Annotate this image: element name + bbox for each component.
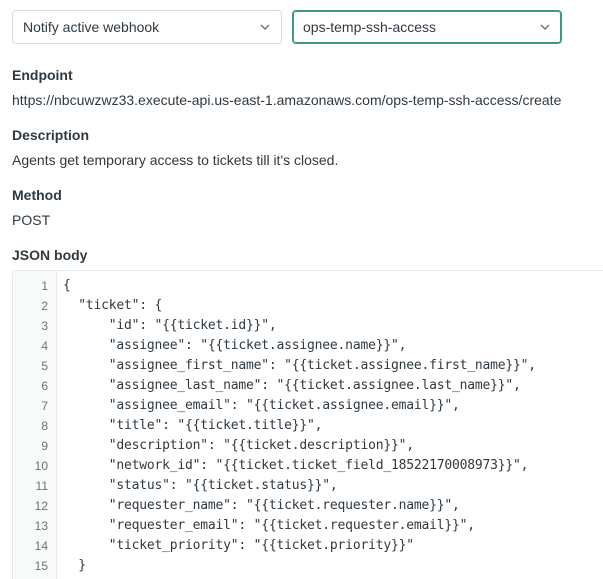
code-line: "status": "{{ticket.status}}", — [63, 478, 338, 493]
line-number: 15 — [34, 559, 48, 573]
webhook-target-select-value: ops-temp-ssh-access — [303, 19, 437, 35]
method-label: Method — [12, 187, 62, 203]
line-number: 13 — [34, 519, 48, 533]
line-number: 3 — [41, 319, 48, 333]
line-number: 1 — [41, 279, 48, 293]
chevron-down-icon — [259, 21, 271, 33]
code-line: "description": "{{ticket.description}}", — [63, 438, 414, 453]
line-number: 12 — [34, 499, 48, 513]
webhook-target-select[interactable]: ops-temp-ssh-access — [292, 10, 562, 44]
code-line: "assignee_last_name": "{{ticket.assignee… — [63, 378, 521, 393]
line-number: 10 — [34, 459, 48, 473]
code-line: } — [63, 558, 86, 573]
code-line: "assignee": "{{ticket.assignee.name}}", — [63, 338, 407, 353]
line-number: 5 — [41, 359, 48, 373]
method-value: POST — [12, 212, 51, 228]
line-number: 11 — [35, 479, 48, 493]
code-line: "assignee_email": "{{ticket.assignee.ema… — [63, 398, 460, 413]
line-number-gutter: 1 2 3 4 5 6 7 8 9 10 11 12 13 14 15 — [13, 271, 57, 579]
code-line: "id": "{{ticket.id}}", — [63, 318, 277, 333]
webhook-action-select[interactable]: Notify active webhook — [12, 10, 282, 44]
line-number: 14 — [34, 539, 48, 553]
webhook-action-select-value: Notify active webhook — [23, 19, 160, 35]
description-label: Description — [12, 127, 90, 143]
code-line: "title": "{{ticket.title}}", — [63, 418, 323, 433]
code-line: "requester_email": "{{ticket.requester.e… — [63, 518, 475, 533]
line-number: 2 — [41, 299, 48, 313]
endpoint-value: https://nbcuwzwz33.execute-api.us-east-1… — [12, 92, 562, 108]
webhook-form: Notify active webhook ops-temp-ssh-acces… — [0, 0, 603, 579]
line-number: 6 — [41, 379, 48, 393]
code-line: "ticket_priority": "{{ticket.priority}}" — [63, 538, 414, 553]
line-number: 7 — [41, 399, 48, 413]
code-line: "assignee_first_name": "{{ticket.assigne… — [63, 358, 536, 373]
line-number: 8 — [41, 419, 48, 433]
code-line: "network_id": "{{ticket.ticket_field_185… — [63, 458, 529, 473]
json-body-editor[interactable]: 1 2 3 4 5 6 7 8 9 10 11 12 13 14 15 { "ticket": { "id"… — [12, 270, 603, 579]
line-number: 9 — [41, 439, 48, 453]
chevron-down-icon — [539, 21, 551, 33]
code-line: "requester_name": "{{ticket.requester.na… — [63, 498, 460, 513]
code-lines: { "ticket": { "id": "{{ticket.id}}", "as… — [57, 271, 603, 579]
code-line: "ticket": { — [63, 298, 163, 313]
json-body-label: JSON body — [12, 247, 88, 263]
description-value: Agents get temporary access to tickets t… — [12, 152, 339, 168]
code-line: { — [63, 278, 71, 293]
endpoint-label: Endpoint — [12, 67, 73, 83]
line-number: 4 — [41, 339, 48, 353]
